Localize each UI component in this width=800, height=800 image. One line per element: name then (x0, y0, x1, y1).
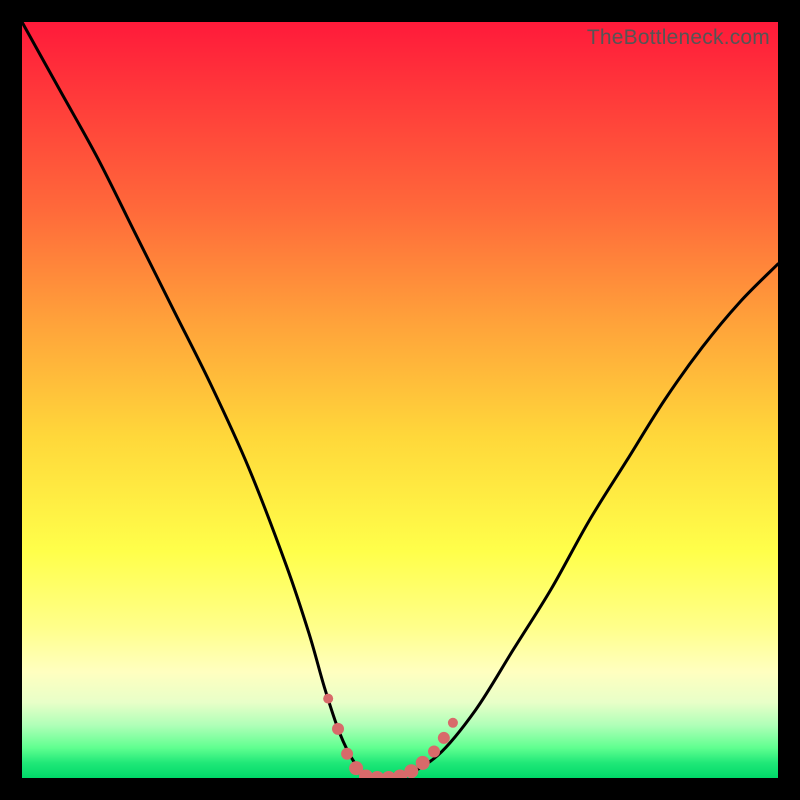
trough-markers (323, 694, 458, 778)
plot-area: TheBottleneck.com (22, 22, 778, 778)
chart-svg (22, 22, 778, 778)
bottleneck-curve (22, 22, 778, 778)
trough-marker (438, 732, 450, 744)
trough-marker (323, 694, 333, 704)
trough-marker (416, 756, 430, 770)
trough-marker (332, 723, 344, 735)
trough-marker (428, 746, 440, 758)
trough-marker (448, 718, 458, 728)
trough-marker (404, 764, 418, 778)
chart-container: TheBottleneck.com (0, 0, 800, 800)
trough-marker (341, 748, 353, 760)
